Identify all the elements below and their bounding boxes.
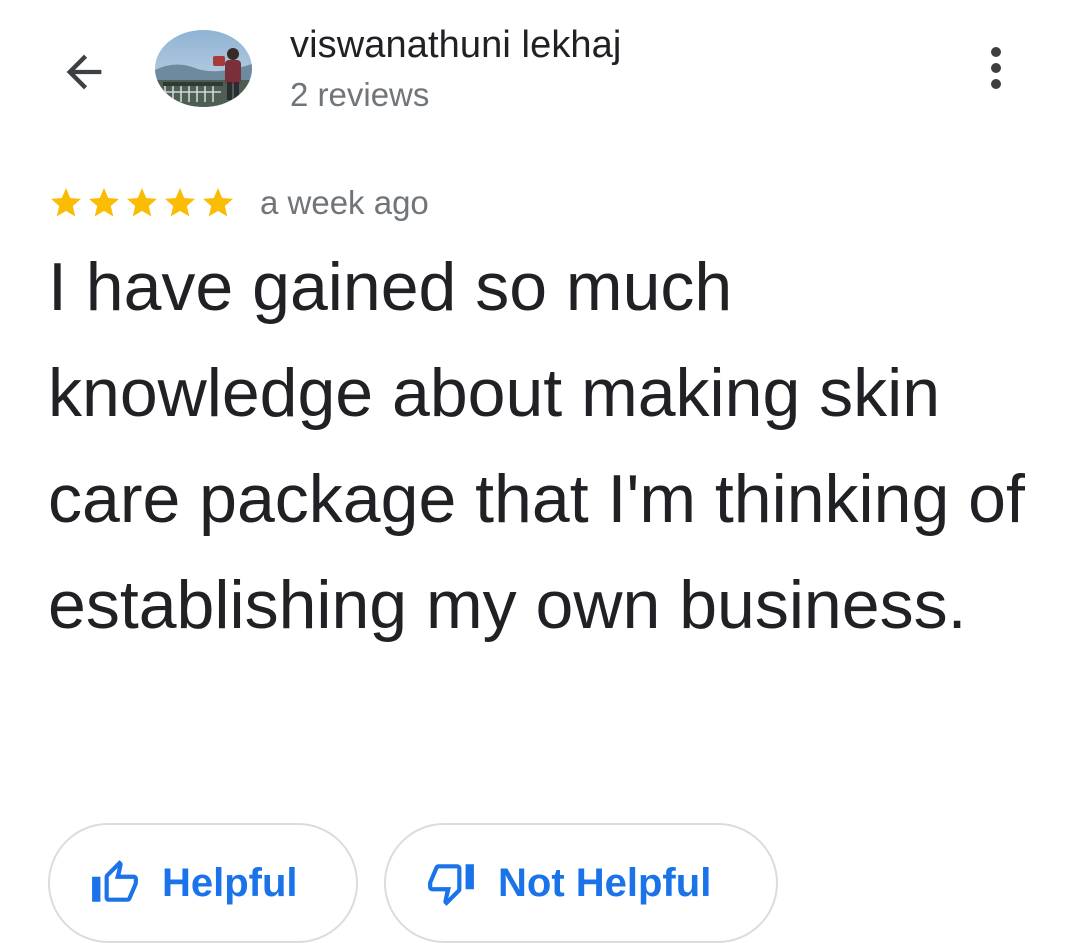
review-header: viswanathuni lekhaj 2 reviews [0,0,1080,140]
star-icon [51,188,81,217]
star-icon [127,188,157,217]
star-rating [48,185,236,221]
star-icon [203,188,233,217]
helpful-button[interactable]: Helpful [48,823,358,943]
not-helpful-button[interactable]: Not Helpful [384,823,778,943]
more-options-button[interactable] [966,38,1026,98]
thumb-down-icon [426,858,476,908]
more-vert-icon [991,47,1001,89]
not-helpful-label: Not Helpful [498,860,712,905]
helpful-label: Helpful [162,860,298,905]
star-icon [165,188,195,217]
arrow-left-icon [66,54,102,90]
author-name[interactable]: viswanathuni lekhaj [290,24,621,67]
avatar[interactable] [155,30,252,107]
review-actions: Helpful Not Helpful [48,823,778,943]
review-count: 2 reviews [290,76,430,113]
back-button[interactable] [52,40,116,104]
rating-row: a week ago [48,180,429,226]
avatar-photo [155,30,252,107]
thumb-up-icon [90,858,140,908]
star-icon [89,188,119,217]
review-text: I have gained so much knowledge about ma… [48,249,1025,643]
review-time: a week ago [260,184,429,221]
